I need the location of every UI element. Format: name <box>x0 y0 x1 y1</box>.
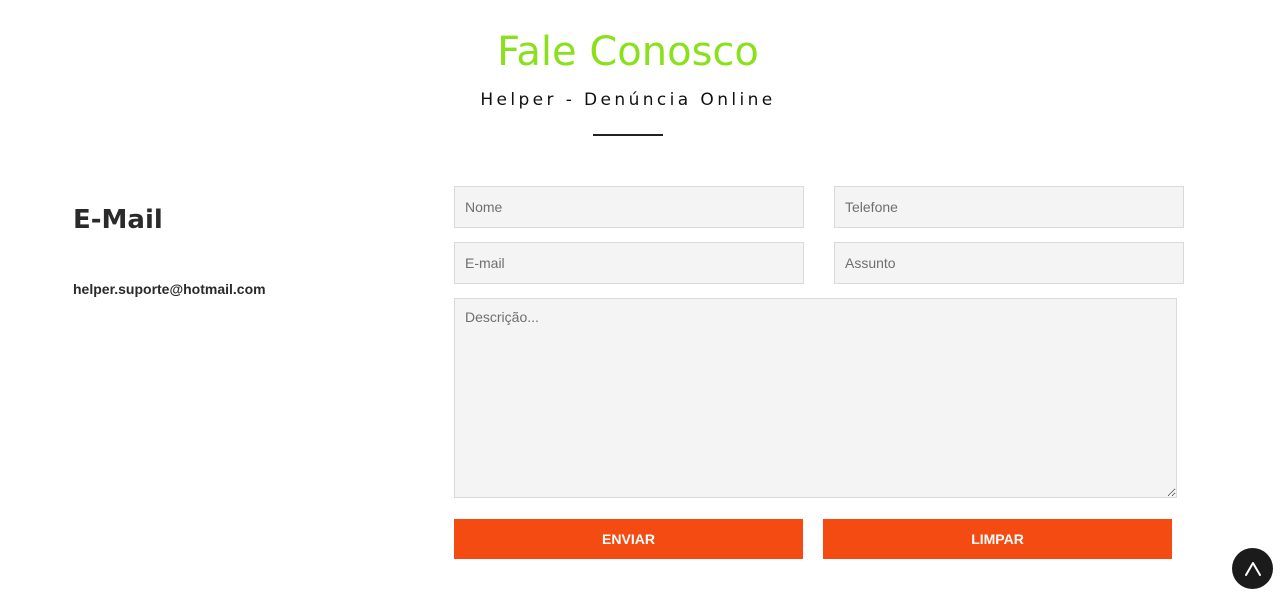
description-field[interactable] <box>454 298 1177 498</box>
name-field[interactable] <box>454 186 804 228</box>
scroll-to-top-button[interactable] <box>1232 548 1273 589</box>
submit-button[interactable]: ENVIAR <box>454 519 803 559</box>
email-field[interactable] <box>454 242 804 284</box>
chevron-up-icon <box>1242 558 1264 580</box>
contact-page: Fale Conosco Helper - Denúncia Online E-… <box>0 0 1281 597</box>
contact-email: helper.suporte@hotmail.com <box>73 281 266 297</box>
subject-field[interactable] <box>834 242 1184 284</box>
clear-button[interactable]: LIMPAR <box>823 519 1172 559</box>
page-subtitle: Helper - Denúncia Online <box>480 90 776 110</box>
phone-field[interactable] <box>834 186 1184 228</box>
contact-heading: E-Mail <box>73 205 163 235</box>
title-divider <box>593 134 663 136</box>
page-title: Fale Conosco <box>497 29 759 75</box>
